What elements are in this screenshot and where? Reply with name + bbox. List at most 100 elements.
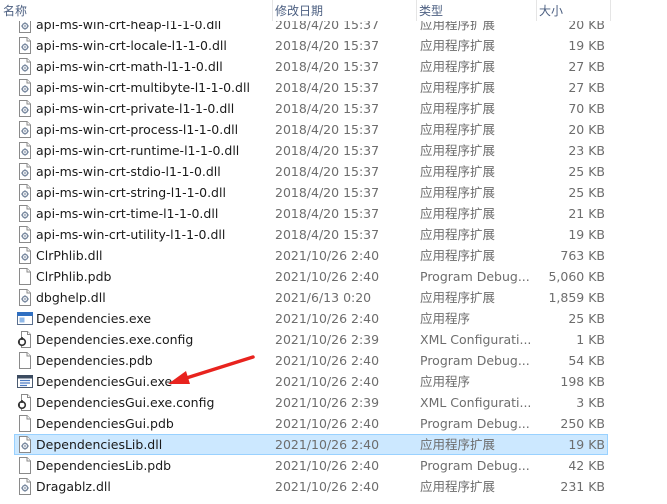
blank-file-icon-glyph	[19, 415, 31, 432]
column-divider[interactable]	[610, 0, 611, 21]
file-size: 20 KB	[568, 122, 605, 137]
file-name: Dependencies.exe	[36, 311, 152, 326]
file-modified-date: 2018/4/20 15:37	[275, 122, 380, 137]
file-modified-date: 2021/10/26 2:40	[275, 248, 380, 263]
blank-file-icon	[17, 352, 33, 369]
config-file-icon	[17, 394, 33, 411]
file-size: 54 KB	[568, 353, 605, 368]
file-row-dependencies-exe[interactable]: Dependencies.exe 2021/10/26 2:40 应用程序 25 KB	[14, 308, 608, 329]
file-row-dependenciesgui-exe[interactable]: DependenciesGui.exe 2021/10/26 2:40 应用程序 19…	[14, 371, 608, 392]
column-header-type[interactable]: 类型	[416, 0, 536, 21]
dll-file-icon	[17, 184, 33, 201]
file-modified-date: 2021/6/13 0:20	[275, 290, 372, 305]
file-name: ClrPhlib.dll	[36, 248, 103, 263]
file-row-api-ms-win-crt-time-l1-1-0-dll[interactable]: api-ms-win-crt-time-l1-1-0.dll 2018/4/20 …	[14, 203, 608, 224]
file-modified-date: 2021/10/26 2:40	[275, 416, 380, 431]
file-name: DependenciesLib.dll	[36, 437, 163, 452]
file-name: DependenciesGui.exe.config	[36, 395, 215, 410]
file-type: 应用程序扩展	[420, 206, 496, 221]
blank-file-icon-glyph	[19, 457, 31, 474]
dll-file-icon-glyph	[19, 121, 31, 138]
file-name: api-ms-win-crt-time-l1-1-0.dll	[36, 206, 219, 221]
file-modified-date: 2018/4/20 15:37	[275, 38, 380, 53]
file-type: 应用程序扩展	[420, 185, 496, 200]
file-type: 应用程序扩展	[420, 38, 496, 53]
dll-file-icon-glyph	[19, 79, 31, 96]
file-type: 应用程序扩展	[420, 80, 496, 95]
file-row-api-ms-win-crt-stdio-l1-1-0-dll[interactable]: api-ms-win-crt-stdio-l1-1-0.dll 2018/4/20…	[14, 161, 608, 182]
exe-app-icon-glyph	[17, 312, 33, 325]
file-size: 198 KB	[560, 374, 605, 389]
file-row-dependenciesgui-exe-config[interactable]: DependenciesGui.exe.config 2021/10/26 2:3…	[14, 392, 608, 413]
file-modified-date: 2021/10/26 2:39	[275, 332, 380, 347]
file-modified-date: 2021/10/26 2:40	[275, 374, 380, 389]
file-modified-date: 2018/4/20 15:37	[275, 206, 380, 221]
dll-file-icon	[17, 142, 33, 159]
column-header-date[interactable]: 修改日期	[272, 0, 416, 21]
dll-file-icon	[17, 37, 33, 54]
file-modified-date: 2021/10/26 2:40	[275, 437, 380, 452]
file-type: 应用程序扩展	[420, 59, 496, 74]
file-type: Program Debug...	[420, 458, 530, 473]
file-modified-date: 2021/10/26 2:40	[275, 311, 380, 326]
file-modified-date: 2018/4/20 15:37	[275, 143, 380, 158]
dll-file-icon	[17, 163, 33, 180]
column-header-name[interactable]: 名称	[0, 0, 272, 21]
file-row-api-ms-win-crt-utility-l1-1-0-dll[interactable]: api-ms-win-crt-utility-l1-1-0.dll 2018/4/…	[14, 224, 608, 245]
file-name: ClrPhlib.pdb	[36, 269, 112, 284]
file-size: 25 KB	[568, 185, 605, 200]
file-row-clrphlib-dll[interactable]: ClrPhlib.dll 2021/10/26 2:40 应用程序扩展 763 KB	[14, 245, 608, 266]
file-size: 3 KB	[576, 395, 605, 410]
file-name: api-ms-win-crt-stdio-l1-1-0.dll	[36, 164, 221, 179]
file-row-dependencieslib-pdb[interactable]: DependenciesLib.pdb 2021/10/26 2:40 Progra…	[14, 455, 608, 476]
file-size: 42 KB	[568, 458, 605, 473]
file-size: 19 KB	[568, 437, 605, 452]
config-file-icon	[17, 331, 33, 348]
file-size: 1 KB	[576, 332, 605, 347]
file-name: Dependencies.pdb	[36, 353, 153, 368]
file-size: 21 KB	[568, 206, 605, 221]
file-row-clrphlib-pdb[interactable]: ClrPhlib.pdb 2021/10/26 2:40 Program Debug…	[14, 266, 608, 287]
file-row-api-ms-win-crt-process-l1-1-0-dll[interactable]: api-ms-win-crt-process-l1-1-0.dll 2018/4/…	[14, 119, 608, 140]
file-name: Dragablz.dll	[36, 479, 111, 494]
file-row-api-ms-win-crt-multibyte-l1-1-0-dll[interactable]: api-ms-win-crt-multibyte-l1-1-0.dll 2018/…	[14, 77, 608, 98]
file-type: Program Debug...	[420, 269, 530, 284]
file-row-api-ms-win-crt-private-l1-1-0-dll[interactable]: api-ms-win-crt-private-l1-1-0.dll 2018/4/…	[14, 98, 608, 119]
file-row-dependencies-exe-config[interactable]: Dependencies.exe.config 2021/10/26 2:39 XM…	[14, 329, 608, 350]
file-explorer-list: api-ms-win-crt-heap-l1-1-0.dll 2018/4/20 …	[0, 0, 667, 504]
file-size: 231 KB	[560, 479, 605, 494]
blank-file-icon	[17, 268, 33, 285]
file-row-api-ms-win-crt-locale-l1-1-0-dll[interactable]: api-ms-win-crt-locale-l1-1-0.dll 2018/4/2…	[14, 35, 608, 56]
file-modified-date: 2018/4/20 15:37	[275, 185, 380, 200]
file-modified-date: 2018/4/20 15:37	[275, 59, 380, 74]
file-name: api-ms-win-crt-math-l1-1-0.dll	[36, 59, 223, 74]
file-size: 19 KB	[568, 38, 605, 53]
file-name: api-ms-win-crt-runtime-l1-1-0.dll	[36, 143, 240, 158]
file-row-dbghelp-dll[interactable]: dbghelp.dll 2021/6/13 0:20 应用程序扩展 1,859 KB	[14, 287, 608, 308]
file-row-api-ms-win-crt-string-l1-1-0-dll[interactable]: api-ms-win-crt-string-l1-1-0.dll 2018/4/2…	[14, 182, 608, 203]
file-row-dependenciesgui-pdb[interactable]: DependenciesGui.pdb 2021/10/26 2:40 Progra…	[14, 413, 608, 434]
dll-file-icon	[17, 100, 33, 117]
file-row-api-ms-win-crt-math-l1-1-0-dll[interactable]: api-ms-win-crt-math-l1-1-0.dll 2018/4/20 …	[14, 56, 608, 77]
file-row-dependencies-pdb[interactable]: Dependencies.pdb 2021/10/26 2:40 Program D…	[14, 350, 608, 371]
file-size: 70 KB	[568, 101, 605, 116]
file-size: 250 KB	[560, 416, 605, 431]
file-name: api-ms-win-crt-multibyte-l1-1-0.dll	[36, 80, 250, 95]
column-header-size[interactable]: 大小	[536, 0, 610, 21]
dll-file-icon-glyph	[19, 478, 31, 495]
file-type: XML Configurati...	[420, 395, 532, 410]
file-name: Dependencies.exe.config	[36, 332, 194, 347]
file-modified-date: 2021/10/26 2:39	[275, 395, 380, 410]
dll-file-icon-glyph	[19, 58, 31, 75]
file-type: XML Configurati...	[420, 332, 532, 347]
file-name: api-ms-win-crt-utility-l1-1-0.dll	[36, 227, 226, 242]
file-row-api-ms-win-crt-runtime-l1-1-0-dll[interactable]: api-ms-win-crt-runtime-l1-1-0.dll 2018/4/…	[14, 140, 608, 161]
dll-file-icon-glyph	[19, 205, 31, 222]
file-row-dependencieslib-dll[interactable]: DependenciesLib.dll 2021/10/26 2:40 应用程序扩展…	[14, 434, 608, 455]
file-modified-date: 2018/4/20 15:37	[275, 227, 380, 242]
file-size: 19 KB	[568, 227, 605, 242]
dll-file-icon	[17, 436, 33, 453]
file-row-dragablz-dll[interactable]: Dragablz.dll 2021/10/26 2:40 应用程序扩展 231 KB	[14, 476, 608, 497]
dll-file-icon-glyph	[19, 247, 31, 264]
blank-file-icon-glyph	[19, 352, 31, 369]
